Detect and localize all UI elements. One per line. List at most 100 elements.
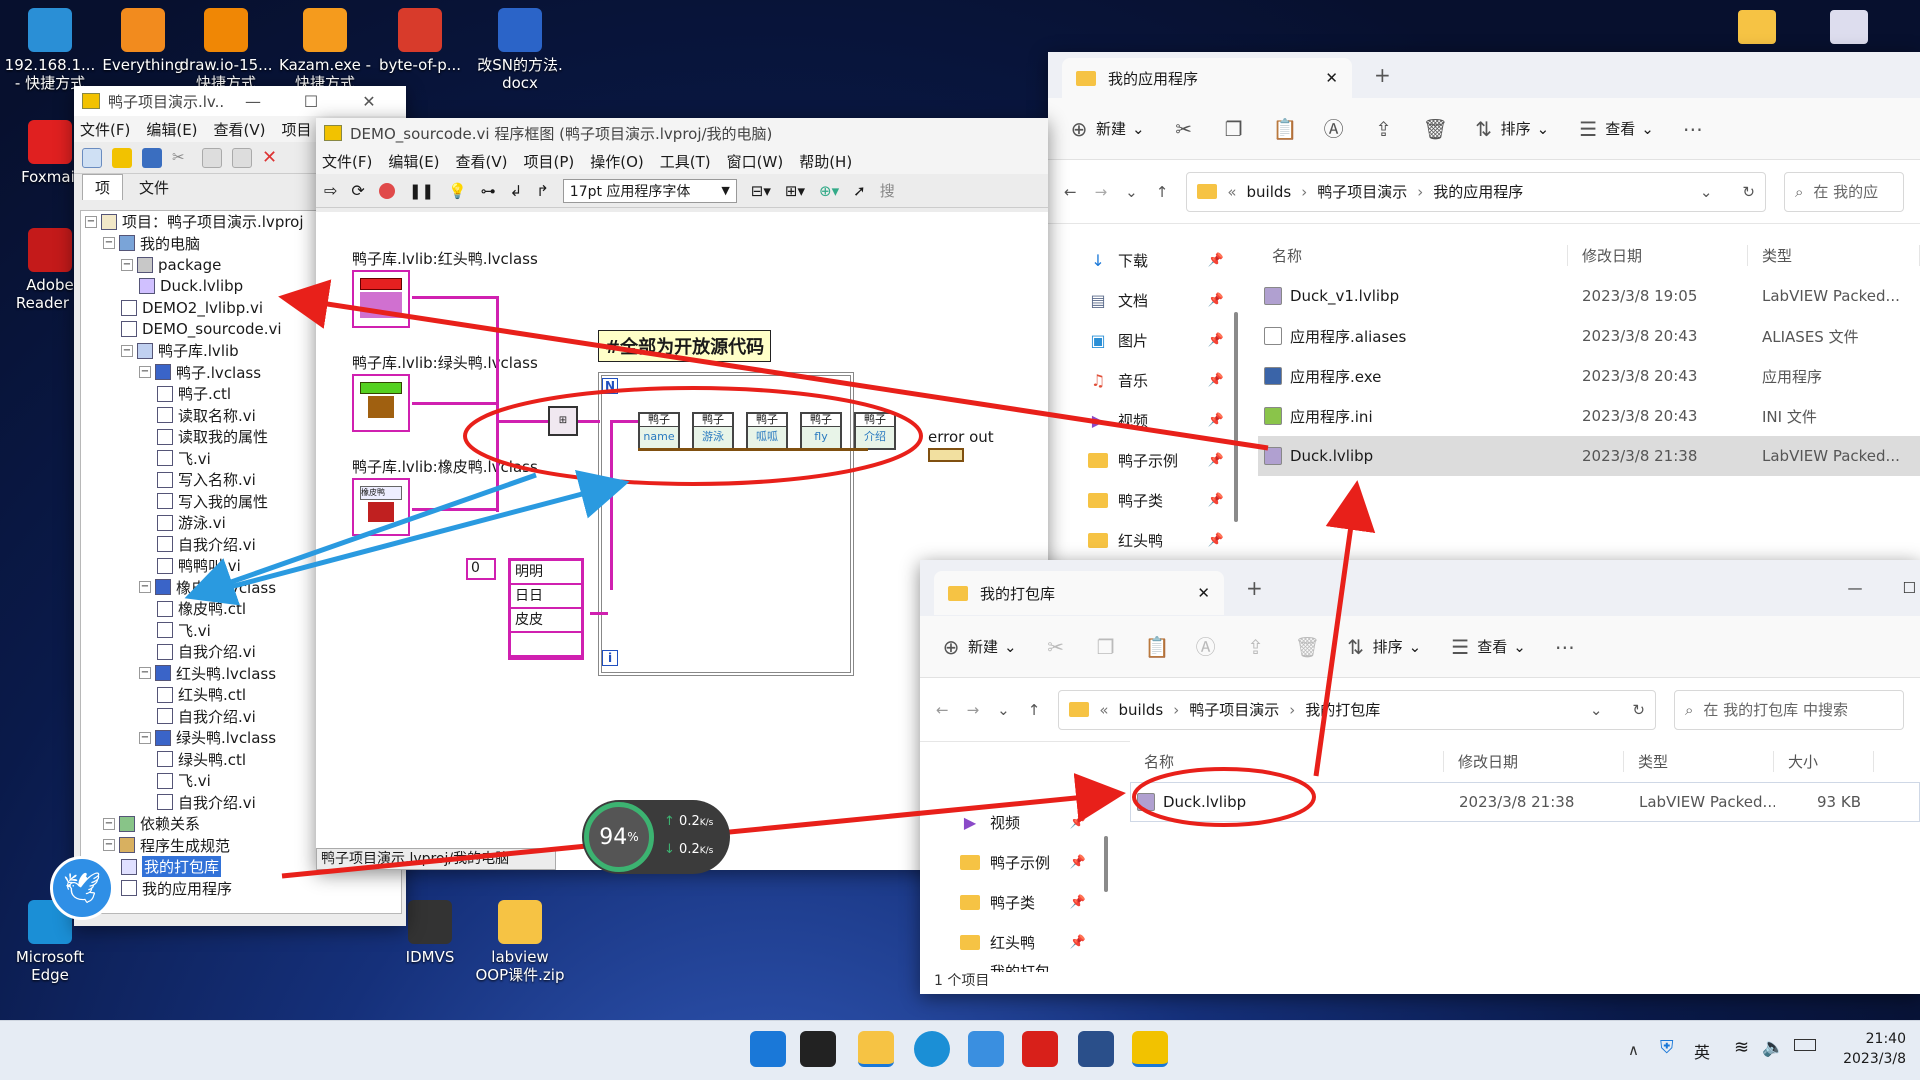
nav-item[interactable]: 鸭子示例 📌	[1048, 440, 1238, 480]
task-view-icon[interactable]	[800, 1031, 836, 1067]
font-select[interactable]: 17pt 应用程序字体 ▼	[562, 178, 737, 203]
run-continuous-icon[interactable]: ⟳	[351, 181, 364, 200]
build-array-node[interactable]: ⊞	[548, 406, 578, 436]
delete-icon[interactable]: 🗑	[1423, 118, 1448, 140]
up-icon[interactable]: ↑	[1028, 701, 1041, 719]
array-element[interactable]: 日日	[511, 585, 581, 609]
folder-shortcut-icon[interactable]	[1738, 10, 1776, 44]
maximize-icon[interactable]: ☐	[282, 92, 340, 111]
nav-item[interactable]: 红头鸭 📌	[1048, 520, 1238, 560]
chevron-down-icon[interactable]: ⌄	[1700, 183, 1713, 201]
method-node[interactable]: 鸭子 name	[638, 412, 680, 450]
tab-app[interactable]: 我的应用程序 ✕	[1062, 58, 1352, 98]
menu-item[interactable]: 查看(V)	[214, 119, 266, 140]
column-header[interactable]: 大小	[1774, 750, 1874, 772]
start-icon[interactable]	[750, 1031, 786, 1067]
minimize-icon[interactable]: —	[1848, 579, 1863, 597]
desktop-icon[interactable]: Kazam.exe - 快捷方式	[275, 8, 375, 92]
nav-item[interactable]: ▣ 图片 📌	[1048, 320, 1238, 360]
file-row[interactable]: Duck_v1.lvlibp 2023/3/8 19:05 LabVIEW Pack…	[1258, 276, 1920, 316]
refresh-icon[interactable]: ↻	[1632, 701, 1645, 719]
cut-icon[interactable]: ✂	[1173, 118, 1195, 140]
pdf-reader-icon[interactable]	[1022, 1031, 1058, 1067]
delete-icon[interactable]: 🗑	[1295, 636, 1320, 658]
red-head-duck-class-constant[interactable]	[352, 270, 410, 328]
menu-item[interactable]: 查看(V)	[456, 151, 508, 172]
cut-icon[interactable]: ✂	[172, 148, 192, 168]
expand-toggle-icon[interactable]: −	[139, 581, 151, 594]
open-icon[interactable]	[112, 147, 132, 168]
back-icon[interactable]: ←	[936, 701, 949, 719]
explorer-window-pkg[interactable]: 我的打包库 ✕ + — ☐ ⊕ 新建 ⌄ ✂ ❐ 📋 Ⓐ ⇪ 🗑 ⇅ 排序 ⌄ ☰ 查…	[920, 560, 1920, 994]
file-row[interactable]: Duck.lvlibp 2023/3/8 21:38 LabVIEW Packed.…	[1258, 436, 1920, 476]
menu-item[interactable]: 编辑(E)	[388, 151, 439, 172]
desktop-icon[interactable]: labview OOP课件.zip	[470, 900, 570, 984]
method-node[interactable]: 鸭子 游泳	[692, 412, 734, 450]
view-button[interactable]: ☰ 查看 ⌄	[1449, 636, 1526, 658]
breadcrumb-2[interactable]: 鸭子项目演示	[1189, 699, 1279, 720]
floating-app-icon[interactable]: 🕊	[50, 856, 114, 920]
paste-icon[interactable]: 📋	[1145, 636, 1170, 658]
copy-icon[interactable]: ❐	[1095, 636, 1117, 658]
labview-taskbar-icon[interactable]	[1132, 1031, 1168, 1067]
search-input[interactable]: ⌕ 在 我的应	[1784, 171, 1904, 212]
search-input[interactable]: ⌕ 在 我的打包库 中搜索	[1674, 689, 1904, 730]
nav-item[interactable]: ♫ 音乐 📌	[1048, 360, 1238, 400]
expand-toggle-icon[interactable]: −	[121, 344, 133, 357]
minimize-icon[interactable]: —	[224, 92, 282, 111]
breadcrumb-3[interactable]: 我的应用程序	[1433, 181, 1523, 202]
expand-toggle-icon[interactable]: −	[103, 237, 115, 250]
delete-icon[interactable]: ✕	[262, 147, 282, 168]
view-button[interactable]: ☰ 查看 ⌄	[1577, 118, 1654, 140]
array-element[interactable]: 明明	[511, 561, 581, 585]
column-header[interactable]: 名称	[1130, 750, 1444, 772]
array-element[interactable]	[511, 633, 581, 657]
tree-item[interactable]: 我的应用程序	[81, 878, 401, 900]
wifi-icon[interactable]: ≋	[1734, 1037, 1749, 1058]
method-node[interactable]: 鸭子 fly	[800, 412, 842, 450]
sort-button[interactable]: ⇅ 排序 ⌄	[1473, 118, 1549, 140]
column-header[interactable]: 修改日期	[1568, 244, 1748, 266]
pause-icon[interactable]: ❚❚	[409, 182, 434, 200]
expand-toggle-icon[interactable]: −	[139, 366, 151, 379]
rename-icon[interactable]: Ⓐ	[1195, 636, 1217, 658]
highlight-icon[interactable]: 💡	[448, 182, 467, 200]
new-tab-icon[interactable]: +	[1246, 576, 1263, 600]
file-row[interactable]: 应用程序.aliases 2023/3/8 20:43 ALIASES 文件	[1258, 316, 1920, 356]
nav-item[interactable]: ▶ 视频 📌	[1048, 400, 1238, 440]
breadcrumb-2[interactable]: 鸭子项目演示	[1317, 181, 1407, 202]
explorer-window-app[interactable]: 我的应用程序 ✕ + ⊕ 新建 ⌄ ✂ ❐ 📋 Ⓐ ⇪ 🗑 ⇅ 排序 ⌄ ☰ 查看 ⌄…	[1048, 52, 1920, 632]
nav-item[interactable]: ▶ 视频 📌	[920, 802, 1100, 842]
cut-icon[interactable]: ✂	[1045, 636, 1067, 658]
sort-button[interactable]: ⇅ 排序 ⌄	[1345, 636, 1421, 658]
reorder-icon[interactable]: ⊕▾	[819, 182, 839, 200]
save-all-icon[interactable]	[142, 147, 162, 168]
menu-item[interactable]: 工具(T)	[660, 151, 711, 172]
settings-shortcut-icon[interactable]	[1830, 10, 1868, 44]
nav-scrollbar[interactable]	[1104, 836, 1108, 892]
more-icon[interactable]: ⋯	[1682, 118, 1704, 140]
close-tab-icon[interactable]: ✕	[1197, 584, 1210, 602]
menu-item[interactable]: 操作(O)	[590, 151, 644, 172]
cleanup-icon[interactable]: ➚	[853, 182, 866, 200]
new-tab-icon[interactable]: +	[1374, 63, 1391, 87]
search-hint[interactable]: 搜	[880, 180, 895, 201]
refresh-icon[interactable]: ↻	[1742, 183, 1755, 201]
menu-item[interactable]: 项目	[282, 119, 312, 140]
column-header[interactable]: 修改日期	[1444, 750, 1624, 772]
menu-item[interactable]: 文件(F)	[322, 151, 372, 172]
network-speed-widget[interactable]: 94% ↑ 0.2K/s ↓ 0.2K/s	[582, 800, 730, 874]
expand-toggle-icon[interactable]: −	[103, 817, 115, 830]
desktop-icon[interactable]: byte-of-p...	[370, 8, 470, 74]
security-icon[interactable]: ⛨	[1660, 1037, 1674, 1058]
nav-item[interactable]: 红头鸭 📌	[920, 922, 1100, 962]
menu-item[interactable]: 文件(F)	[80, 119, 130, 140]
back-icon[interactable]: ←	[1064, 183, 1077, 201]
clock[interactable]: 21:40 2023/3/8	[1836, 1029, 1906, 1069]
method-node[interactable]: 鸭子 介绍	[854, 412, 896, 450]
step-out-icon[interactable]: ↱	[536, 182, 549, 200]
file-row[interactable]: Duck.lvlibp 2023/3/8 21:38 LabVIEW Packed.…	[1130, 782, 1920, 822]
nav-item[interactable]: 鸭子类 📌	[920, 882, 1100, 922]
tab-items[interactable]: 项	[82, 174, 124, 200]
retain-wire-icon[interactable]: ⊶	[481, 182, 496, 200]
